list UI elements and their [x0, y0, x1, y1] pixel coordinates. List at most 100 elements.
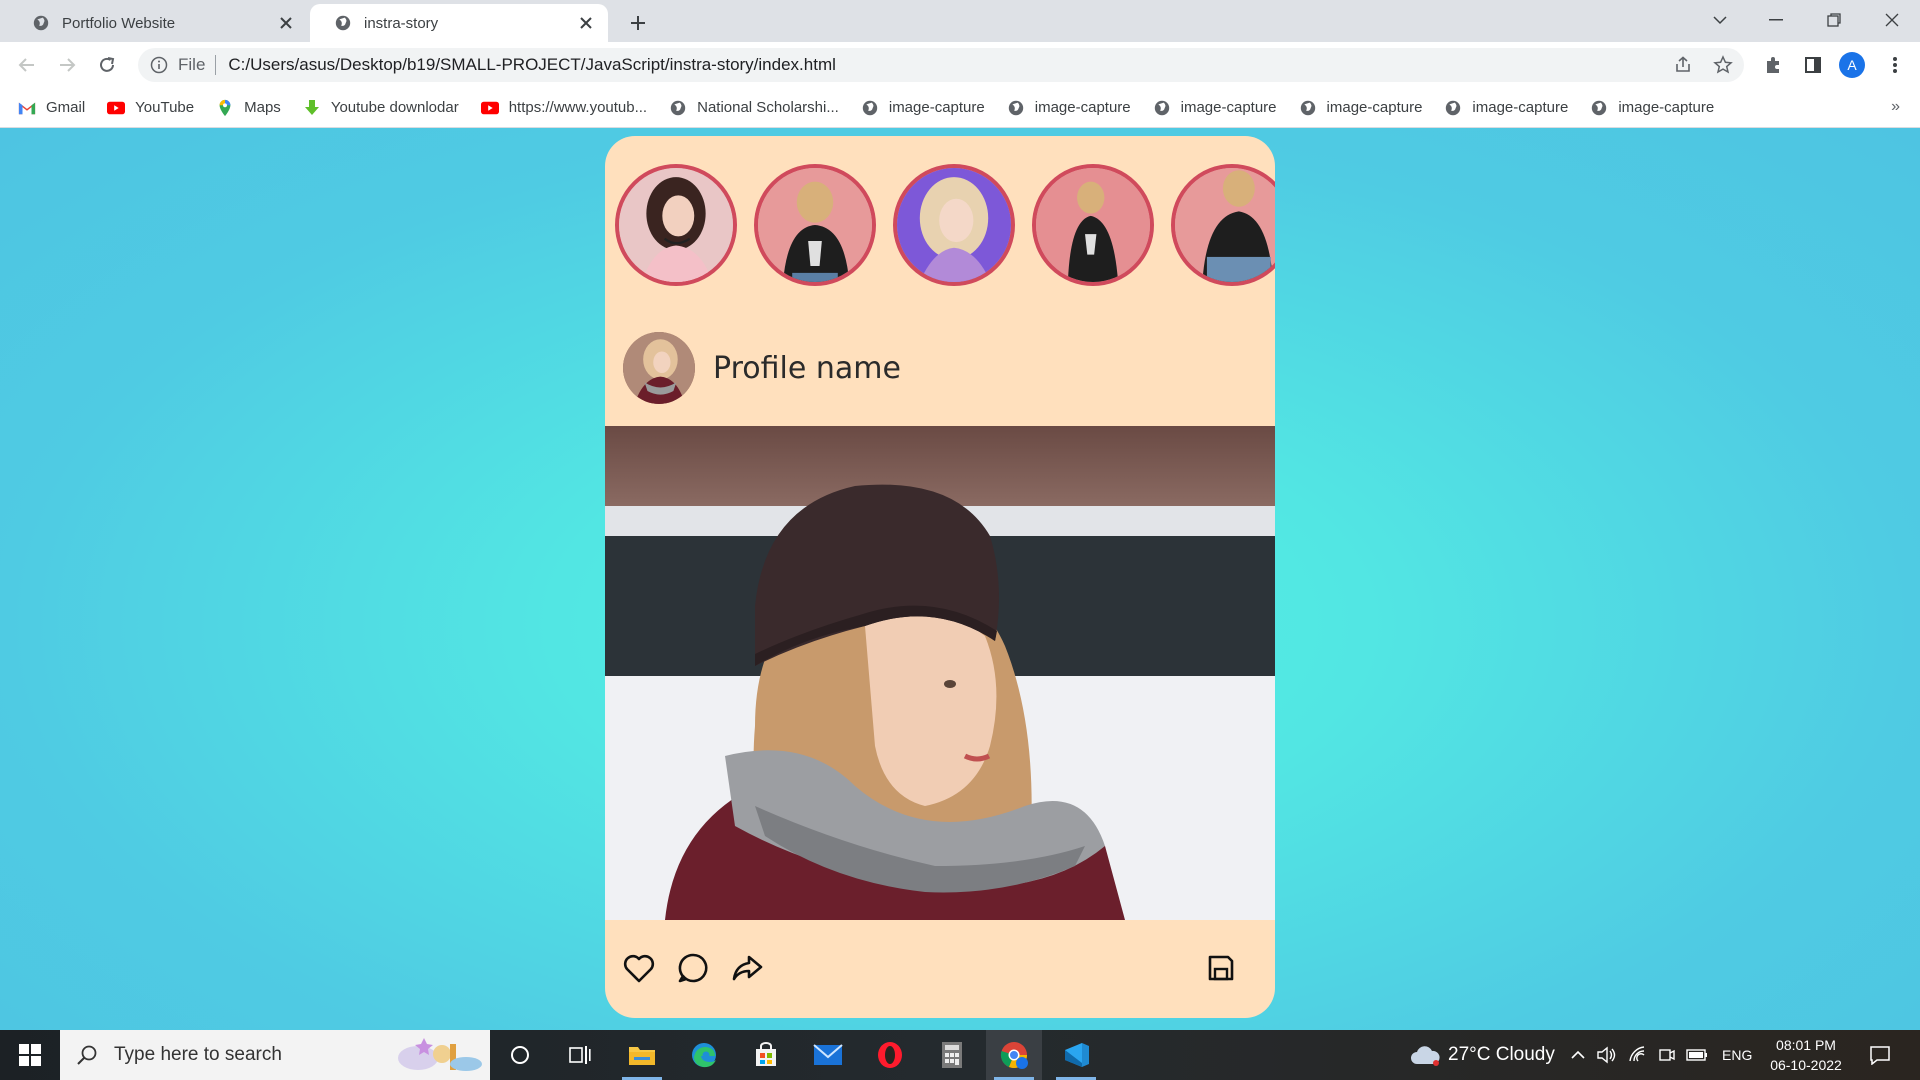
vscode-icon [1065, 1043, 1089, 1067]
bookmark-label: image-capture [1618, 99, 1715, 116]
bookmark-national-scholarship[interactable]: National Scholarshi... [669, 99, 839, 117]
close-window-button[interactable] [1864, 0, 1920, 40]
bookmark-image-capture[interactable]: image-capture [1444, 99, 1568, 117]
story-avatar[interactable] [893, 164, 1015, 286]
bookmark-youtube[interactable]: YouTube [107, 99, 194, 117]
bookmarks-overflow-button[interactable]: » [1891, 98, 1900, 116]
task-view-button[interactable] [552, 1030, 608, 1080]
battery-icon[interactable] [1686, 1048, 1708, 1062]
cortana-button[interactable] [492, 1030, 548, 1080]
tab-title: Portfolio Website [62, 14, 176, 32]
profile-avatar-button[interactable]: A [1839, 52, 1865, 78]
tab-instra-story[interactable]: instra-story [310, 4, 608, 42]
story-avatar[interactable] [615, 164, 737, 286]
file-explorer-button[interactable] [614, 1030, 670, 1080]
extensions-button[interactable] [1758, 50, 1788, 80]
bookmark-image-capture[interactable]: image-capture [1153, 99, 1277, 117]
chevron-up-icon[interactable] [1570, 1050, 1586, 1060]
vscode-button[interactable] [1048, 1030, 1104, 1080]
bookmark-image-capture[interactable]: image-capture [861, 99, 985, 117]
chrome-icon [1000, 1042, 1028, 1069]
folder-icon [629, 1047, 655, 1065]
globe-icon [1154, 100, 1169, 115]
browser-toolbar: File C:/Users/asus/Desktop/b19/SMALL-PRO… [0, 42, 1920, 88]
side-panel-button[interactable] [1798, 50, 1828, 80]
bookmark-label: YouTube [135, 99, 195, 116]
bookmark-image-capture[interactable]: image-capture [1590, 99, 1714, 117]
search-highlight-icon [398, 1038, 482, 1071]
restore-button[interactable] [1806, 0, 1862, 40]
new-tab-button[interactable] [624, 9, 652, 37]
share-page-button[interactable] [1668, 50, 1698, 80]
minimize-icon [1769, 19, 1783, 21]
bookmark-gmail[interactable]: Gmail [18, 99, 85, 117]
forward-button[interactable] [52, 50, 82, 80]
heart-icon [623, 954, 655, 983]
cortana-icon [511, 1046, 529, 1064]
tab-strip: Portfolio Website instra-story [0, 0, 1920, 42]
tab-search-button[interactable] [1692, 0, 1748, 40]
volume-icon[interactable] [1596, 1045, 1618, 1065]
globe-icon [1300, 100, 1315, 115]
gmail-icon [18, 102, 36, 114]
arrow-left-icon [18, 58, 34, 72]
browser-menu-button[interactable] [1880, 50, 1910, 80]
back-button[interactable] [12, 50, 42, 80]
share-icon [732, 955, 763, 981]
story-photo [619, 168, 733, 282]
globe-icon [1008, 100, 1023, 115]
taskbar-search-box[interactable]: Type here to search [60, 1030, 490, 1080]
close-icon[interactable] [578, 15, 594, 31]
post-image[interactable] [605, 426, 1275, 920]
bookmark-star-button[interactable] [1708, 50, 1738, 80]
notifications-button[interactable] [1850, 1030, 1910, 1080]
reload-button[interactable] [92, 50, 122, 80]
stories-row[interactable] [615, 164, 1275, 286]
save-button[interactable] [1203, 950, 1239, 986]
mail-button[interactable] [800, 1030, 856, 1080]
clock-date: 06-10-2022 [1770, 1057, 1842, 1073]
edge-icon [692, 1043, 716, 1068]
maps-icon [219, 99, 231, 116]
task-view-icon [569, 1046, 591, 1064]
bookmark-youtube-url[interactable]: https://www.youtub... [480, 99, 647, 117]
globe-icon [335, 15, 351, 31]
bookmark-maps[interactable]: Maps [216, 99, 281, 117]
bookmark-label: image-capture [1034, 99, 1131, 116]
bookmark-image-capture[interactable]: image-capture [1007, 99, 1131, 117]
profile-avatar[interactable] [623, 332, 695, 404]
edge-button[interactable] [676, 1030, 732, 1080]
restore-icon [1827, 13, 1841, 27]
opera-button[interactable] [862, 1030, 918, 1080]
chrome-button[interactable] [986, 1030, 1042, 1080]
input-language[interactable]: ENG [1722, 1047, 1752, 1063]
comment-button[interactable] [675, 950, 711, 986]
weather-widget[interactable]: 27°C Cloudy [1410, 1030, 1555, 1080]
meet-now-icon[interactable] [1658, 1045, 1676, 1065]
wifi-icon[interactable] [1628, 1045, 1648, 1065]
bookmark-youtube-downloader[interactable]: Youtube downlodar [303, 99, 459, 117]
star-icon [1713, 55, 1733, 74]
like-button[interactable] [621, 950, 657, 986]
bookmark-image-capture[interactable]: image-capture [1299, 99, 1422, 117]
notification-icon [1870, 1046, 1890, 1065]
close-icon[interactable] [278, 15, 294, 31]
minimize-button[interactable] [1748, 0, 1804, 40]
story-avatar[interactable] [754, 164, 876, 286]
opera-icon [878, 1042, 902, 1068]
story-avatar[interactable] [1171, 164, 1275, 286]
microsoft-store-button[interactable] [738, 1030, 794, 1080]
post-photo [605, 426, 1275, 920]
share-button[interactable] [729, 950, 765, 986]
start-button[interactable] [0, 1030, 60, 1080]
calculator-button[interactable] [924, 1030, 980, 1080]
address-bar[interactable]: File C:/Users/asus/Desktop/b19/SMALL-PRO… [138, 48, 1744, 82]
taskbar-clock[interactable]: 08:01 PM 06-10-2022 [1764, 1035, 1848, 1075]
share-icon [1676, 56, 1690, 72]
story-avatar[interactable] [1032, 164, 1154, 286]
search-placeholder: Type here to search [114, 1044, 282, 1065]
youtube-icon [107, 101, 126, 114]
tab-portfolio-website[interactable]: Portfolio Website [8, 4, 308, 42]
post-profile-header[interactable]: Profile name [623, 332, 901, 404]
profile-name[interactable]: Profile name [713, 351, 901, 386]
